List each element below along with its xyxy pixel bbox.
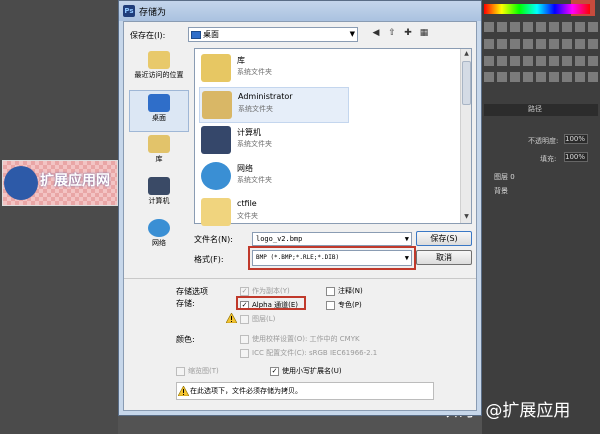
chevron-down-icon[interactable]: ▼ [405, 233, 409, 245]
file-item-administrator[interactable]: Administrator 系统文件夹 [199, 87, 349, 123]
swatches-panel[interactable] [484, 22, 598, 86]
scroll-up-icon[interactable]: ▲ [462, 50, 471, 59]
save-in-label: 保存在(I): [130, 31, 166, 40]
fill-input[interactable]: 100% [564, 152, 588, 162]
thumbnail-checkbox[interactable]: 缩览图(T) [176, 366, 219, 376]
checkbox-box [240, 348, 249, 358]
checkbox-box [326, 286, 335, 296]
opacity-input[interactable]: 100% [564, 134, 588, 144]
save-options-title: 存储选项 [176, 287, 208, 296]
proof-setup-checkbox[interactable]: 使用校样设置(O): 工作中的 CMYK [240, 334, 360, 344]
filename-input[interactable]: logo_v2.bmp ▼ [252, 232, 412, 246]
file-list[interactable]: 库 系统文件夹 Administrator 系统文件夹 计算机 系统文件夹 网络… [194, 48, 472, 226]
place-libraries[interactable]: 库 [129, 132, 189, 174]
layer-row-0[interactable]: 图层 0 [484, 172, 598, 186]
save-as-dialog: Ps 存储为 保存在(I): 桌面 ▼ ◀ ⇧ ✚ ▦ 最近访问的位置 桌面 库… [118, 0, 482, 416]
warning-icon [178, 386, 189, 396]
cancel-button[interactable]: 取消 [416, 250, 472, 265]
icc-profile-checkbox[interactable]: ICC 配置文件(C): sRGB IEC61966-2.1 [240, 348, 377, 358]
save-button[interactable]: 保存(S) [416, 231, 472, 246]
file-item-libraries[interactable]: 库 系统文件夹 [199, 51, 349, 87]
save-in-value: 桌面 [203, 30, 219, 39]
recent-locations-icon [148, 51, 170, 69]
checkbox-box [240, 334, 249, 344]
warning-message: 在此选项下，文件必须存储为拷贝。 [190, 387, 302, 395]
scroll-down-icon[interactable]: ▼ [462, 213, 471, 222]
format-label: 格式(F): [194, 255, 224, 264]
places-bar: 最近访问的位置 桌面 库 计算机 网络 [129, 48, 189, 248]
opacity-label: 不透明度: [528, 137, 559, 145]
libraries-folder-icon [201, 54, 231, 82]
place-recent[interactable]: 最近访问的位置 [129, 48, 189, 90]
layers-checkbox[interactable]: 图层(L) [240, 314, 275, 324]
network-globe-icon [201, 162, 231, 190]
filename-label: 文件名(N): [194, 235, 233, 244]
color-spectrum-bar[interactable] [484, 4, 590, 14]
file-item-network[interactable]: 网络 系统文件夹 [199, 159, 349, 195]
save-in-dropdown[interactable]: 桌面 ▼ [188, 27, 358, 42]
photoshop-left-area [0, 0, 118, 434]
as-copy-checkbox[interactable]: ✓ 作为副本(Y) [240, 286, 290, 296]
warning-icon [226, 313, 237, 323]
notes-checkbox[interactable]: 注释(N) [326, 286, 363, 296]
computer-icon [201, 126, 231, 154]
color-label: 颜色: [176, 335, 195, 344]
view-menu-icon[interactable]: ▦ [418, 27, 430, 39]
chevron-down-icon: ▼ [349, 30, 355, 38]
checkbox-box [326, 300, 335, 310]
checkbox-box [240, 314, 249, 324]
back-icon[interactable]: ◀ [370, 27, 382, 39]
libraries-icon [148, 135, 170, 153]
file-list-scrollbar[interactable]: ▲ ▼ [460, 49, 471, 223]
highlight-alpha [236, 296, 306, 310]
up-folder-icon[interactable]: ⇧ [386, 27, 398, 39]
checkbox-box: ✓ [270, 366, 279, 376]
lowercase-extension-checkbox[interactable]: ✓ 使用小写扩展名(U) [270, 366, 342, 376]
place-network[interactable]: 网络 [129, 216, 189, 258]
scroll-thumb[interactable] [462, 61, 471, 105]
place-computer[interactable]: 计算机 [129, 174, 189, 216]
new-folder-icon[interactable]: ✚ [402, 27, 414, 39]
place-desktop[interactable]: 桌面 [129, 90, 189, 132]
logo-mark [4, 166, 38, 200]
nav-toolbar: ◀ ⇧ ✚ ▦ [370, 27, 430, 39]
folder-icon [201, 198, 231, 226]
dialog-title: 存储为 [139, 7, 167, 18]
user-folder-icon [202, 91, 232, 119]
photoshop-icon: Ps [123, 5, 135, 17]
canvas-logo-text: 扩展应用网 [40, 173, 110, 189]
spot-color-checkbox[interactable]: 专色(P) [326, 300, 362, 310]
checkbox-box [176, 366, 185, 376]
save-label: 存储: [176, 299, 195, 308]
file-item-computer[interactable]: 计算机 系统文件夹 [199, 123, 349, 159]
desktop-icon [191, 31, 201, 39]
dialog-titlebar[interactable]: Ps 存储为 [119, 1, 481, 21]
divider [124, 278, 476, 279]
layer-row-background[interactable]: 背景 [484, 186, 598, 200]
highlight-format [248, 246, 416, 270]
fill-label: 填充: [540, 155, 557, 163]
desktop-icon [148, 94, 170, 112]
file-item-ctfile[interactable]: ctfile 文件夹 [199, 195, 349, 231]
dialog-body: 保存在(I): 桌面 ▼ ◀ ⇧ ✚ ▦ 最近访问的位置 桌面 库 计算机 网络… [123, 21, 477, 411]
tab-paths[interactable]: 路径 [528, 104, 542, 114]
network-globe-icon [148, 219, 170, 237]
checkbox-box: ✓ [240, 286, 249, 296]
computer-icon [148, 177, 170, 195]
